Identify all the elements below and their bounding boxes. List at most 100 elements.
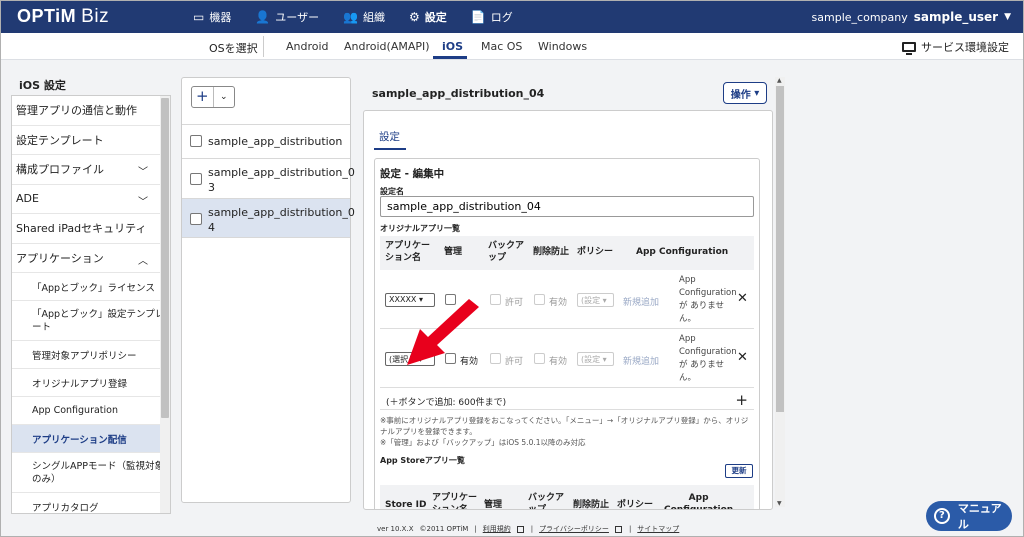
tab-android[interactable]: Android [286, 40, 329, 53]
sidebar-item-profile[interactable]: 構成プロファイル ﹀ [12, 155, 170, 185]
company-name: sample_company [811, 10, 908, 24]
note-text: ※事前にオリジナルアプリ登録をおこなってください。「メニュー」→「オリジナルアプ… [380, 416, 749, 436]
sidebar: 管理アプリの通信と動作 設定テンプレート 構成プロファイル ﹀ ADE ﹀ Shar… [11, 95, 171, 514]
backup-checkbox [490, 294, 501, 305]
table-row: XXXXX ▾ 許可 有効 (設定 ▾ 新規追加 App Configurati… [380, 271, 754, 329]
scrollbar-thumb[interactable] [776, 86, 784, 412]
list-item[interactable]: sample_app_distribution [182, 124, 350, 159]
nav-users[interactable]: 👤 ユーザー [243, 1, 331, 33]
nav-devices[interactable]: ▭ 機器 [181, 1, 243, 33]
tab-windows[interactable]: Windows [538, 40, 587, 53]
prevent-delete-checkbox [534, 353, 545, 364]
manual-button[interactable]: ? マニュアル [926, 501, 1012, 531]
user-name: sample_user [913, 10, 999, 24]
app-select[interactable]: (選択し ▾ [385, 352, 435, 366]
plus-icon[interactable]: + [192, 87, 214, 107]
active-tab-underline [374, 148, 406, 150]
external-link-icon [614, 525, 622, 533]
sidebar-item-application[interactable]: アプリケーション ︿ [12, 244, 170, 273]
detail-panel: 設定 設定 - 編集中 設定名 オリジナルアプリ一覧 アプリケー ション名 管理… [363, 110, 773, 510]
app-config-status: App Configurationが ありません。 [679, 275, 737, 324]
nav-log[interactable]: 📄 ログ [459, 1, 525, 33]
backup-checkbox [490, 353, 501, 364]
policy-select: (設定 ▾ [577, 293, 614, 307]
chevron-down-icon: ﹀ [138, 196, 148, 208]
sidebar-item-vpp-license[interactable]: 「Appとブック」ライセンス [12, 273, 170, 301]
settings-list: + ⌄ sample_app_distribution sample_app_d… [181, 77, 355, 503]
sitemap-link[interactable]: サイトマップ [637, 524, 679, 534]
monitor-icon [902, 42, 916, 55]
original-apps-header: アプリケー ション名 管理 バックア ップ 削除防止 ポリシー App Conf… [380, 236, 754, 270]
nav-settings[interactable]: ⚙ 設定 [397, 1, 459, 33]
scroll-down-icon[interactable]: ▼ [777, 500, 782, 507]
os-subnav: OSを選択 Android Android(AMAPI) iOS Mac OS … [1, 33, 1023, 60]
tab-macos[interactable]: Mac OS [481, 40, 522, 53]
caret-down-icon: ▼ [1004, 12, 1011, 22]
manage-checkbox[interactable] [445, 294, 456, 305]
manage-checkbox[interactable] [445, 353, 456, 364]
logo[interactable]: OPTiM Biz [17, 6, 109, 28]
table-row: (選択し ▾ 有効 許可 有効 (設定 ▾ 新規追加 App Configura… [380, 330, 754, 388]
nav-org[interactable]: 👥 組織 [331, 1, 397, 33]
sidebar-item-original-app[interactable]: オリジナルアプリ登録 [12, 369, 170, 397]
main-nav: ▭ 機器 👤 ユーザー 👥 組織 ⚙ 設定 📄 ログ [181, 1, 525, 33]
app-select[interactable]: XXXXX ▾ [385, 293, 435, 307]
sidebar-item-app-config[interactable]: App Configuration [12, 397, 170, 425]
sidebar-item-vpp-template[interactable]: 「Appとブック」設定テンプレート [12, 301, 170, 341]
note-text: ※「管理」および「バックアップ」はiOS 5.0.1以降のみ対応 [380, 438, 586, 447]
sidebar-item-app-comm[interactable]: 管理アプリの通信と動作 [12, 96, 170, 126]
log-icon: 📄 [470, 10, 486, 24]
sidebar-item-ade[interactable]: ADE ﹀ [12, 185, 170, 214]
chevron-down-icon[interactable]: ⌄ [214, 87, 235, 107]
main-scrollbar[interactable]: ▲ ▼ [775, 77, 785, 507]
service-settings-link[interactable]: サービス環境設定 [902, 39, 1009, 55]
active-tab-underline [433, 56, 467, 59]
appstore-apps-label: App Storeアプリ一覧 [380, 456, 465, 465]
operation-button[interactable]: 操作 ▾ [723, 82, 767, 104]
new-add-link: 新規追加 [623, 357, 660, 367]
sidebar-item-managed-policy[interactable]: 管理対象アプリポリシー [12, 341, 170, 369]
appstore-apps-header: Store ID アプリケー ション名 管理 バックア ップ 削除防止 ポリシー… [380, 485, 754, 509]
sidebar-item-app-catalog[interactable]: アプリカタログ [12, 493, 170, 514]
list-item-selected[interactable]: sample_app_distribution_0 4 [182, 198, 355, 238]
device-icon: ▭ [193, 10, 205, 24]
version: ver 10.X.X [377, 525, 414, 533]
list-item[interactable]: sample_app_distribution_0 3 [182, 158, 355, 199]
refresh-button[interactable]: 更新 [725, 464, 753, 478]
terms-link[interactable]: 利用規約 [483, 524, 511, 534]
scroll-up-icon[interactable]: ▲ [777, 77, 782, 84]
add-button-group[interactable]: + ⌄ [191, 86, 235, 108]
help-icon: ? [934, 508, 950, 524]
sidebar-item-app-distribution[interactable]: アプリケーション配信 [12, 425, 170, 453]
new-add-link: 新規追加 [623, 298, 660, 308]
app-config-status: App Configurationが ありません。 [679, 334, 737, 383]
setting-name-input[interactable] [380, 196, 754, 217]
tab-android-amapi[interactable]: Android(AMAPI) [344, 40, 430, 53]
org-icon: 👥 [343, 10, 359, 24]
close-icon[interactable]: ✕ [737, 350, 748, 365]
add-row: (＋ボタンで追加: 600件まで) + [380, 390, 754, 410]
edit-box: 設定 - 編集中 設定名 オリジナルアプリ一覧 アプリケー ション名 管理 バッ… [374, 158, 760, 509]
plus-icon[interactable]: + [735, 391, 748, 409]
tab-settings[interactable]: 設定 [379, 129, 400, 144]
top-bar: OPTiM Biz ▭ 機器 👤 ユーザー 👥 組織 ⚙ 設定 📄 ログ sample_co… [1, 1, 1023, 33]
user-menu[interactable]: sample_company sample_user ▼ [812, 10, 1011, 24]
checkbox[interactable] [190, 135, 202, 147]
chevron-down-icon: ﹀ [138, 167, 148, 178]
tab-ios[interactable]: iOS [442, 40, 463, 53]
prevent-delete-checkbox [534, 294, 545, 305]
policy-select: (設定 ▾ [577, 352, 614, 366]
user-icon: 👤 [255, 10, 271, 24]
sidebar-item-template[interactable]: 設定テンプレート [12, 126, 170, 155]
privacy-link[interactable]: プライバシーポリシー [539, 524, 609, 534]
scrollbar-thumb[interactable] [161, 98, 169, 418]
sidebar-scrollbar[interactable] [160, 96, 170, 513]
chevron-up-icon: ︿ [138, 255, 148, 267]
detail-title: sample_app_distribution_04 [372, 87, 545, 100]
checkbox[interactable] [190, 173, 202, 185]
checkbox[interactable] [190, 213, 202, 225]
close-icon[interactable]: ✕ [737, 291, 748, 306]
sidebar-item-single-app[interactable]: シングルAPPモード（監視対象のみ） [12, 453, 170, 493]
sidebar-title: iOS 設定 [19, 79, 66, 92]
sidebar-item-shared-ipad[interactable]: Shared iPadセキュリティ [12, 214, 170, 244]
